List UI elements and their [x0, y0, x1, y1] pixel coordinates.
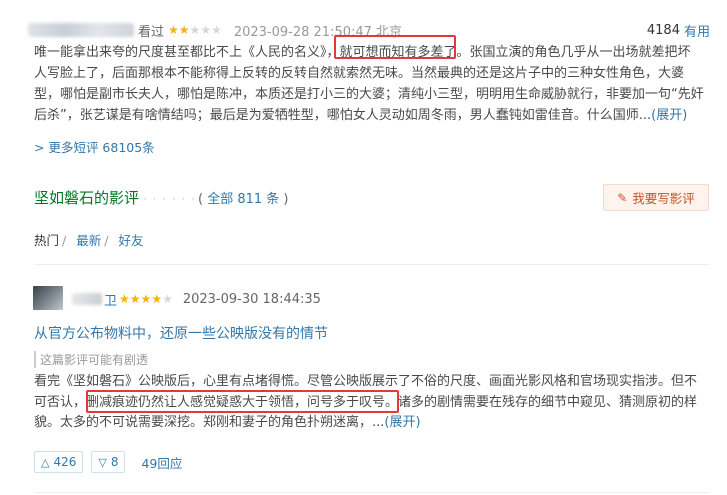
review2-body: 看完《坚如磐石》公映版后，心里有点堵得慌。尽管公映版展示了不俗的尺度、画面光影风… — [34, 372, 710, 434]
review1-time: 2023-09-28 21:50:47 北京 — [233, 24, 403, 40]
write-review-button[interactable]: ✎ 我要写影评 — [603, 184, 709, 211]
review2-time: 2023-09-30 18:44:35 — [182, 291, 321, 307]
review2-expand-link[interactable]: (展开) — [384, 415, 420, 430]
review2-line: 可否认，删减痕迹仍然让人感觉疑惑大于领悟，问号多于叹号。诸多的剧情需要在残存的细… — [34, 394, 698, 410]
spoiler-warning: 这篇影评可能有剧透 — [34, 351, 148, 368]
all-reviews-count[interactable]: ( 全部 811 条 ) — [198, 188, 289, 207]
watched-label: 看过 — [138, 24, 165, 40]
section-title: 坚如磐石的影评 — [34, 189, 140, 207]
review1-rating-stars: ★★★★★ — [168, 23, 222, 37]
review2-author[interactable]: 卫 — [104, 290, 117, 309]
write-review-label: 我要写影评 — [632, 191, 695, 206]
sort-tabs: 热门 / 最新 / 好友 — [34, 233, 144, 248]
upvote-count: 426 — [53, 455, 77, 469]
useful-count: 4184 — [646, 22, 680, 38]
star-empty-icon: ★ — [200, 23, 212, 37]
blurred-username[interactable] — [28, 23, 134, 37]
divider — [34, 264, 710, 265]
sort-latest[interactable]: 最新 — [76, 233, 101, 248]
star-empty-icon: ★ — [162, 292, 173, 306]
star-filled-icon: ★ — [129, 292, 141, 306]
sort-friends[interactable]: 好友 — [118, 233, 143, 248]
review1-line: 人写脸上了，后面那根本不能称得上反转的反转自然就索然无味。当然最典的还是这片子中… — [34, 66, 685, 81]
section-dots: · · · · · · — [143, 192, 196, 206]
upvote-button[interactable]: △ 426 — [34, 451, 84, 473]
review1-line: 唯一能拿出来夸的尺度甚至都比不上《人民的名义》，就可想而知有多差了。张国立演的角… — [34, 45, 691, 60]
blurred-username[interactable] — [72, 293, 102, 305]
downvote-count: 8 — [110, 455, 119, 469]
review1-body: 唯一能拿出来夸的尺度甚至都比不上《人民的名义》，就可想而知有多差了。张国立演的角… — [34, 42, 710, 126]
review1-line-last: 后杀”，张艺谋是有啥情结吗；最后是为爱牺牲型，哪怕女人灵动如周冬雨，男人蠢钝如雷… — [34, 108, 688, 123]
star-filled-icon: ★ — [140, 292, 152, 306]
more-short-reviews-link[interactable]: > 更多短评 68105条 — [34, 137, 155, 156]
star-filled-icon: ★ — [151, 292, 163, 306]
avatar[interactable] — [33, 286, 63, 310]
star-filled-icon: ★ — [119, 292, 130, 306]
review2-actions: △ 426 ▽ 8 49回应 — [34, 451, 182, 473]
up-arrow-icon: △ — [41, 455, 50, 469]
review2-line: 看完《坚如磐石》公映版后，心里有点堵得慌。尽管公映版展示了不俗的尺度、画面光影风… — [34, 374, 698, 389]
review2-rating-stars: ★★★★★ — [119, 292, 173, 306]
downvote-button[interactable]: ▽ 8 — [91, 451, 126, 473]
review1-expand-link[interactable]: (展开) — [651, 108, 687, 123]
review2-title-link[interactable]: 从官方公布物料中，还原一些公映版没有的情节 — [34, 323, 328, 343]
replies-link[interactable]: 49回应 — [141, 453, 182, 472]
review2-line-last: 貌。太多的不可说需要深挖。郑刚和妻子的角色扑朔迷离，...(展开) — [34, 415, 421, 430]
star-empty-icon: ★ — [189, 23, 201, 37]
review1-meta: 看过 ★★★★★ 2023-09-28 21:50:47 北京 — [28, 21, 403, 40]
reviews-section-header: 坚如磐石的影评 · · · · · · ( 全部 811 条 ) — [34, 187, 289, 208]
down-arrow-icon: ▽ — [98, 455, 107, 469]
star-filled-icon: ★ — [168, 23, 179, 37]
review1-line: 型，哪怕是副市长夫人，哪怕是陈冲，本质还是打小三的大婆；清纯小三型，明明用生命威… — [34, 87, 704, 102]
divider — [34, 492, 710, 493]
sort-hot[interactable]: 热门 — [34, 233, 59, 248]
review2-meta: 卫 ★★★★★ 2023-09-30 18:44:35 — [72, 290, 321, 309]
useful-button[interactable]: 有用 — [684, 21, 710, 40]
star-empty-icon: ★ — [211, 23, 222, 37]
useful-vote[interactable]: 4184 有用 — [646, 21, 710, 40]
pencil-icon: ✎ — [617, 190, 628, 205]
star-filled-icon: ★ — [178, 23, 190, 37]
